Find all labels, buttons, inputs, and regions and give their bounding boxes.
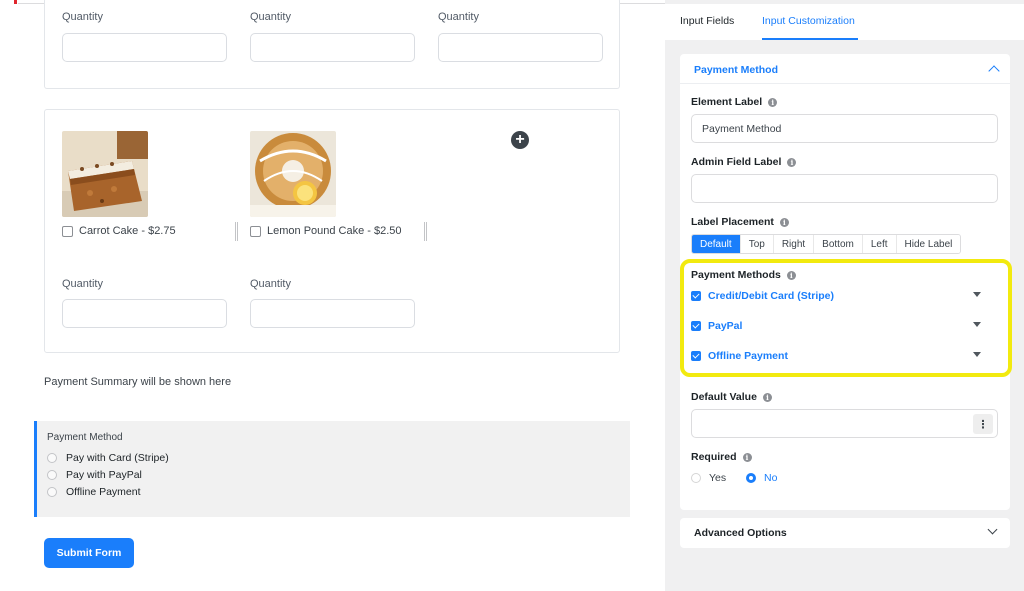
admin-field-label-heading: Admin Field Label i — [691, 156, 797, 168]
info-icon[interactable]: i — [787, 157, 797, 167]
quantity-input[interactable] — [62, 33, 227, 62]
placement-option-left[interactable]: Left — [861, 235, 896, 253]
placement-option-bottom[interactable]: Bottom — [813, 235, 862, 253]
required-no-label: No — [764, 472, 778, 484]
payment-option-label: Pay with Card (Stripe) — [66, 452, 169, 464]
lemon-pound-cake-image — [250, 131, 336, 217]
placement-option-top[interactable]: Top — [739, 235, 773, 253]
info-icon[interactable]: i — [762, 392, 772, 402]
active-tab-indicator — [762, 38, 858, 40]
tab-input-customization[interactable]: Input Customization — [762, 15, 855, 27]
radio-button[interactable] — [691, 473, 701, 483]
label-placement-heading: Label Placement i — [691, 216, 789, 228]
checkbox[interactable] — [62, 225, 73, 237]
quantity-label: Quantity — [62, 11, 103, 23]
product-box-top: Quantity Quantity Quantity — [44, 0, 620, 89]
payment-summary-text: Payment Summary will be shown here — [44, 376, 232, 388]
chevron-up-icon[interactable] — [988, 65, 1000, 77]
checkbox[interactable] — [250, 225, 261, 237]
default-value-title: Default Value — [691, 391, 757, 403]
required-yes-label: Yes — [709, 472, 727, 484]
red-marker — [14, 0, 17, 4]
default-value-input[interactable]: ⋮ — [691, 409, 998, 438]
form-preview: Quantity Quantity Quantity Carrot Cake -… — [0, 0, 1024, 591]
highlight-box — [680, 259, 1012, 377]
placement-option-default[interactable]: Default — [692, 235, 740, 253]
element-label-heading: Element Label i — [691, 96, 778, 108]
section-header[interactable]: Payment Method — [680, 54, 1010, 84]
element-label-value: Payment Method — [702, 122, 782, 135]
radio-button[interactable] — [47, 487, 57, 497]
admin-field-label-input[interactable] — [691, 174, 998, 203]
element-label-title: Element Label — [691, 96, 763, 108]
info-icon[interactable]: i — [779, 217, 789, 227]
label-placement-selector: Default Top Right Bottom Left Hide Label — [691, 234, 962, 254]
product-label: Carrot Cake - $2.75 — [79, 225, 176, 237]
payment-option[interactable]: Offline Payment — [47, 486, 141, 498]
product-option-carrot-cake[interactable]: Carrot Cake - $2.75 — [62, 225, 176, 237]
admin-field-label-title: Admin Field Label — [691, 156, 782, 168]
section-title: Payment Method — [694, 64, 779, 76]
resize-handle[interactable] — [235, 222, 238, 241]
quantity-label: Quantity — [62, 278, 103, 290]
resize-handle[interactable] — [424, 222, 427, 241]
quantity-input[interactable] — [250, 299, 415, 328]
radio-button[interactable] — [47, 453, 57, 463]
payment-option-label: Offline Payment — [66, 486, 141, 498]
advanced-options-title: Advanced Options — [694, 527, 787, 539]
radio-button-selected[interactable] — [746, 473, 756, 483]
carrot-cake-image — [62, 131, 148, 217]
placement-option-right[interactable]: Right — [772, 235, 814, 253]
payment-method-field[interactable]: Payment Method Pay with Card (Stripe) Pa… — [34, 421, 630, 517]
product-option-lemon-pound-cake[interactable]: Lemon Pound Cake - $2.50 — [250, 225, 402, 237]
required-heading: Required i — [691, 451, 752, 463]
quantity-label: Quantity — [438, 11, 479, 23]
advanced-options-section[interactable]: Advanced Options — [680, 518, 1010, 548]
quantity-input[interactable] — [438, 33, 603, 62]
tab-input-fields[interactable]: Input Fields — [680, 15, 734, 27]
product-box-cakes: Carrot Cake - $2.75 Lemon Pound Cake - $… — [44, 109, 620, 353]
info-icon[interactable]: i — [768, 97, 778, 107]
label-placement-title: Label Placement — [691, 216, 774, 228]
quantity-input[interactable] — [62, 299, 227, 328]
quantity-label: Quantity — [250, 11, 291, 23]
required-title: Required — [691, 451, 737, 463]
product-label: Lemon Pound Cake - $2.50 — [267, 225, 402, 237]
submit-form-button[interactable]: Submit Form — [44, 538, 134, 568]
default-value-heading: Default Value i — [691, 391, 772, 403]
chevron-down-icon[interactable] — [987, 524, 998, 535]
panel-tabs: Input Fields Input Customization — [665, 4, 1024, 40]
element-label-input[interactable]: Payment Method — [691, 114, 998, 143]
quantity-label: Quantity — [250, 278, 291, 290]
payment-option[interactable]: Pay with Card (Stripe) — [47, 452, 169, 464]
payment-method-title: Payment Method — [47, 432, 123, 443]
more-vertical-icon[interactable]: ⋮ — [973, 414, 993, 434]
required-yes[interactable]: Yes — [691, 472, 726, 484]
quantity-input[interactable] — [250, 33, 415, 62]
radio-button[interactable] — [47, 470, 57, 480]
placement-option-hide-label[interactable]: Hide Label — [895, 235, 961, 253]
required-no[interactable]: No — [746, 472, 777, 484]
info-icon[interactable]: i — [742, 452, 752, 462]
payment-option-label: Pay with PayPal — [66, 469, 142, 481]
payment-option[interactable]: Pay with PayPal — [47, 469, 142, 481]
plus-circle-icon[interactable]: + — [511, 131, 529, 149]
